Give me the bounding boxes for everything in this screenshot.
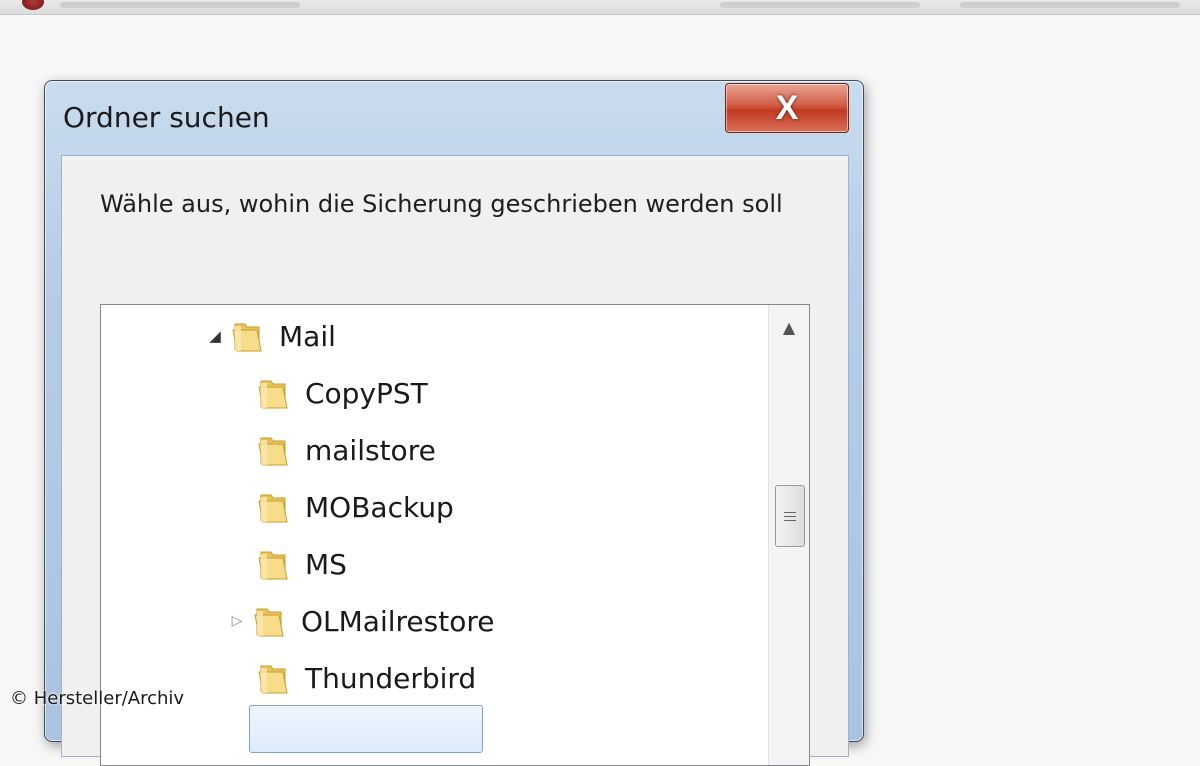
tree-item-ms[interactable]: MS <box>231 539 347 589</box>
grip-icon <box>784 509 796 524</box>
background-window-titlebar <box>0 0 1200 15</box>
faint-menu-text-2 <box>960 2 1180 8</box>
app-icon <box>22 0 44 10</box>
tree-item-olmailrestore[interactable]: ▷ OLMailrestore <box>227 596 495 646</box>
tree-item-copypst[interactable]: CopyPST <box>231 368 428 418</box>
dialog-prompt: Wähle aus, wohin die Sicherung geschrieb… <box>100 190 783 218</box>
scrollbar-thumb[interactable] <box>775 485 805 547</box>
tree-item-mail[interactable]: ◢ Mail <box>205 311 336 361</box>
folder-icon <box>257 546 289 582</box>
tree-item-thunderbird[interactable]: Thunderbird <box>231 653 476 703</box>
folder-icon <box>257 660 289 696</box>
folder-icon <box>253 603 285 639</box>
folder-icon <box>257 432 289 468</box>
close-icon: X <box>775 89 799 127</box>
tree-item-label: Mail <box>279 319 336 353</box>
expanded-arrow-icon[interactable]: ◢ <box>205 327 225 345</box>
tree-selection-highlight[interactable] <box>249 705 483 753</box>
tree-item-label: Thunderbird <box>305 661 477 695</box>
close-button[interactable]: X <box>725 83 849 133</box>
faint-menu-text <box>720 2 920 8</box>
folder-icon <box>257 375 289 411</box>
folder-icon <box>257 489 289 525</box>
scroll-up-arrow-icon[interactable]: ▲ <box>769 309 809 345</box>
vertical-scrollbar[interactable]: ▲ <box>768 305 809 765</box>
folder-icon <box>231 318 263 354</box>
folder-browse-dialog: Ordner suchen X Wähle aus, wohin die Sic… <box>44 80 864 766</box>
faint-title-text <box>60 2 300 8</box>
dialog-client-area: Wähle aus, wohin die Sicherung geschrieb… <box>61 155 849 766</box>
dialog-title: Ordner suchen <box>63 101 270 134</box>
tree-item-label: mailstore <box>305 433 436 467</box>
tree-item-label: CopyPST <box>305 376 428 410</box>
folder-tree[interactable]: ◢ Mail CopyPST mailstore MOBackup MS ▷ O… <box>100 304 810 766</box>
tree-item-label: MS <box>305 547 347 581</box>
collapsed-arrow-icon[interactable]: ▷ <box>227 613 247 629</box>
tree-item-label: OLMailrestore <box>301 604 495 638</box>
tree-item-mailstore[interactable]: mailstore <box>231 425 436 475</box>
copyright-watermark: © Hersteller/Archiv <box>10 688 185 709</box>
tree-item-mobackup[interactable]: MOBackup <box>231 482 454 532</box>
tree-item-label: MOBackup <box>305 490 454 524</box>
